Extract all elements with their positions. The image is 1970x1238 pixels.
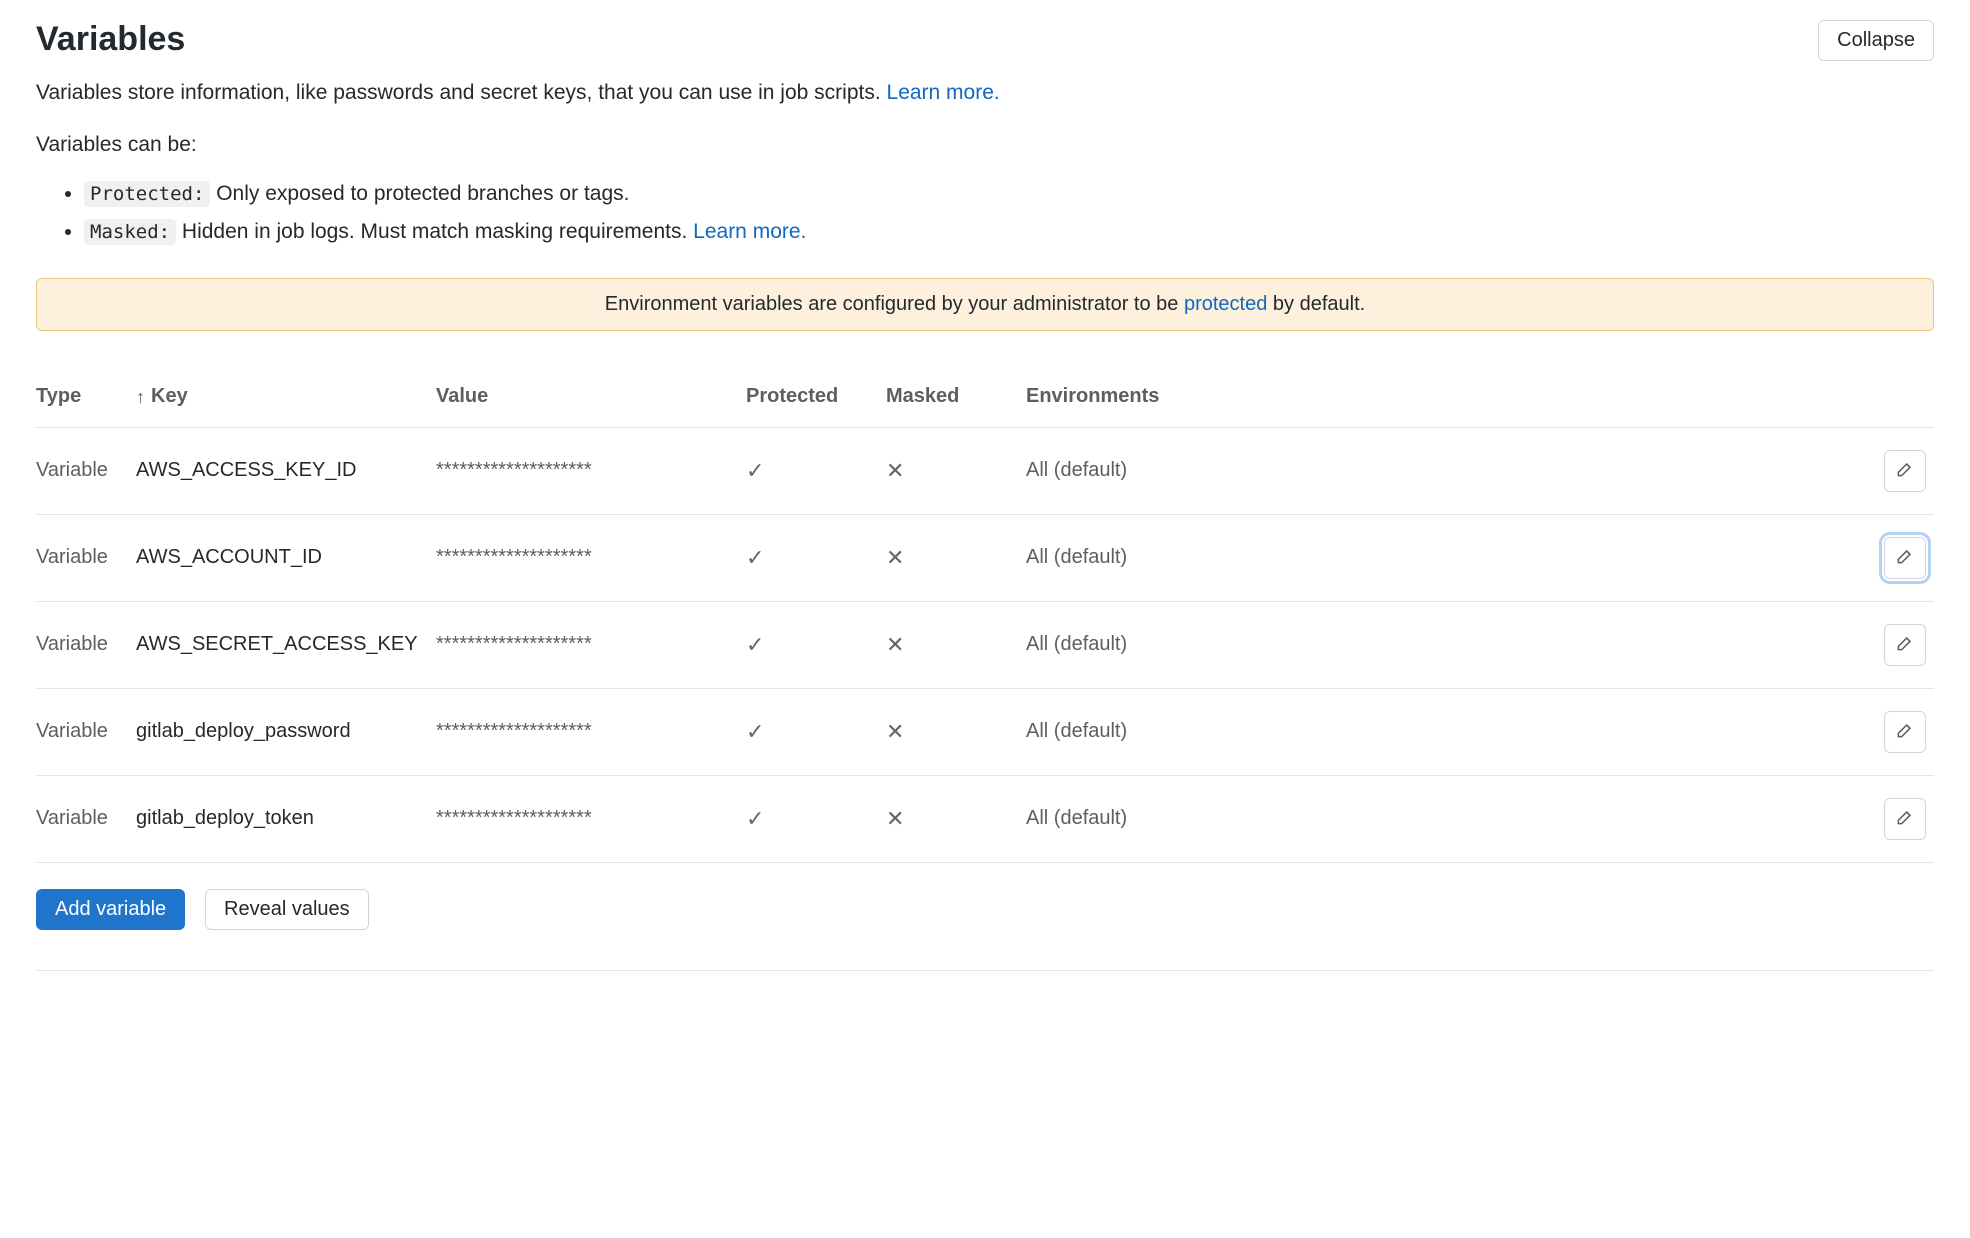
- section-title: Variables: [36, 20, 185, 59]
- cell-masked: ✕: [886, 514, 1026, 601]
- table-row: VariableAWS_ACCESS_KEY_ID***************…: [36, 427, 1934, 514]
- cell-value: ********************: [436, 427, 746, 514]
- pencil-icon: [1895, 633, 1915, 656]
- table-row: VariableAWS_SECRET_ACCESS_KEY***********…: [36, 601, 1934, 688]
- pencil-icon: [1895, 720, 1915, 743]
- table-row: Variablegitlab_deploy_password**********…: [36, 688, 1934, 775]
- cell-edit: [1878, 514, 1934, 601]
- variable-type-list: Protected: Only exposed to protected bra…: [36, 177, 1934, 248]
- cell-value: ********************: [436, 514, 746, 601]
- cell-protected: ✓: [746, 427, 886, 514]
- cell-key: gitlab_deploy_password: [136, 688, 436, 775]
- cell-key: AWS_ACCESS_KEY_ID: [136, 427, 436, 514]
- protected-tag: Protected:: [84, 181, 210, 207]
- cell-masked: ✕: [886, 775, 1026, 862]
- edit-variable-button[interactable]: [1884, 537, 1926, 579]
- cell-edit: [1878, 601, 1934, 688]
- collapse-button[interactable]: Collapse: [1818, 20, 1934, 61]
- cell-edit: [1878, 775, 1934, 862]
- cell-type: Variable: [36, 775, 136, 862]
- footer-actions: Add variable Reveal values: [36, 889, 1934, 930]
- masking-learn-more-link[interactable]: Learn more.: [693, 220, 806, 243]
- section-divider: [36, 970, 1934, 971]
- cell-masked: ✕: [886, 427, 1026, 514]
- cell-value: ********************: [436, 688, 746, 775]
- masked-desc: Masked: Hidden in job logs. Must match m…: [84, 215, 1934, 249]
- cell-protected: ✓: [746, 688, 886, 775]
- cell-masked: ✕: [886, 688, 1026, 775]
- alert-after: by default.: [1267, 293, 1365, 315]
- sort-asc-icon: ↑: [136, 388, 145, 406]
- edit-variable-button[interactable]: [1884, 711, 1926, 753]
- add-variable-button[interactable]: Add variable: [36, 889, 185, 930]
- edit-variable-button[interactable]: [1884, 624, 1926, 666]
- th-type[interactable]: Type: [36, 371, 136, 427]
- protected-desc: Protected: Only exposed to protected bra…: [84, 177, 1934, 211]
- cell-type: Variable: [36, 688, 136, 775]
- masked-text: Hidden in job logs. Must match masking r…: [176, 220, 693, 243]
- th-value[interactable]: Value: [436, 371, 746, 427]
- th-key-label: Key: [151, 385, 188, 408]
- cell-key: AWS_ACCOUNT_ID: [136, 514, 436, 601]
- cross-icon: ✕: [886, 719, 904, 745]
- cell-protected: ✓: [746, 601, 886, 688]
- th-actions: [1878, 371, 1934, 427]
- th-protected[interactable]: Protected: [746, 371, 886, 427]
- cross-icon: ✕: [886, 806, 904, 832]
- variables-table: Type ↑ Key Value Protected Masked Enviro…: [36, 371, 1934, 863]
- cell-env: All (default): [1026, 514, 1878, 601]
- th-env[interactable]: Environments: [1026, 371, 1878, 427]
- cell-protected: ✓: [746, 514, 886, 601]
- cell-type: Variable: [36, 514, 136, 601]
- cell-value: ********************: [436, 775, 746, 862]
- masked-tag: Masked:: [84, 219, 176, 245]
- check-icon: ✓: [746, 545, 764, 571]
- section-lead: Variables store information, like passwo…: [36, 81, 1934, 105]
- check-icon: ✓: [746, 632, 764, 658]
- cell-key: gitlab_deploy_token: [136, 775, 436, 862]
- check-icon: ✓: [746, 719, 764, 745]
- table-row: Variablegitlab_deploy_token*************…: [36, 775, 1934, 862]
- alert-protected-link[interactable]: protected: [1184, 293, 1267, 315]
- th-masked[interactable]: Masked: [886, 371, 1026, 427]
- cell-env: All (default): [1026, 601, 1878, 688]
- lead-text: Variables store information, like passwo…: [36, 81, 887, 104]
- cell-masked: ✕: [886, 601, 1026, 688]
- check-icon: ✓: [746, 806, 764, 832]
- cross-icon: ✕: [886, 545, 904, 571]
- protected-text: Only exposed to protected branches or ta…: [210, 182, 629, 205]
- edit-variable-button[interactable]: [1884, 798, 1926, 840]
- edit-variable-button[interactable]: [1884, 450, 1926, 492]
- cell-edit: [1878, 688, 1934, 775]
- cell-key: AWS_SECRET_ACCESS_KEY: [136, 601, 436, 688]
- protected-default-alert: Environment variables are configured by …: [36, 278, 1934, 331]
- cell-value: ********************: [436, 601, 746, 688]
- table-row: VariableAWS_ACCOUNT_ID******************…: [36, 514, 1934, 601]
- pencil-icon: [1895, 546, 1915, 569]
- cross-icon: ✕: [886, 632, 904, 658]
- can-be-label: Variables can be:: [36, 133, 1934, 157]
- check-icon: ✓: [746, 458, 764, 484]
- cell-protected: ✓: [746, 775, 886, 862]
- cell-env: All (default): [1026, 688, 1878, 775]
- pencil-icon: [1895, 807, 1915, 830]
- cell-type: Variable: [36, 601, 136, 688]
- cell-type: Variable: [36, 427, 136, 514]
- reveal-values-button[interactable]: Reveal values: [205, 889, 369, 930]
- th-key[interactable]: ↑ Key: [136, 371, 436, 427]
- alert-before: Environment variables are configured by …: [605, 293, 1184, 315]
- cell-env: All (default): [1026, 427, 1878, 514]
- cross-icon: ✕: [886, 458, 904, 484]
- pencil-icon: [1895, 459, 1915, 482]
- cell-env: All (default): [1026, 775, 1878, 862]
- learn-more-link[interactable]: Learn more.: [887, 81, 1000, 104]
- cell-edit: [1878, 427, 1934, 514]
